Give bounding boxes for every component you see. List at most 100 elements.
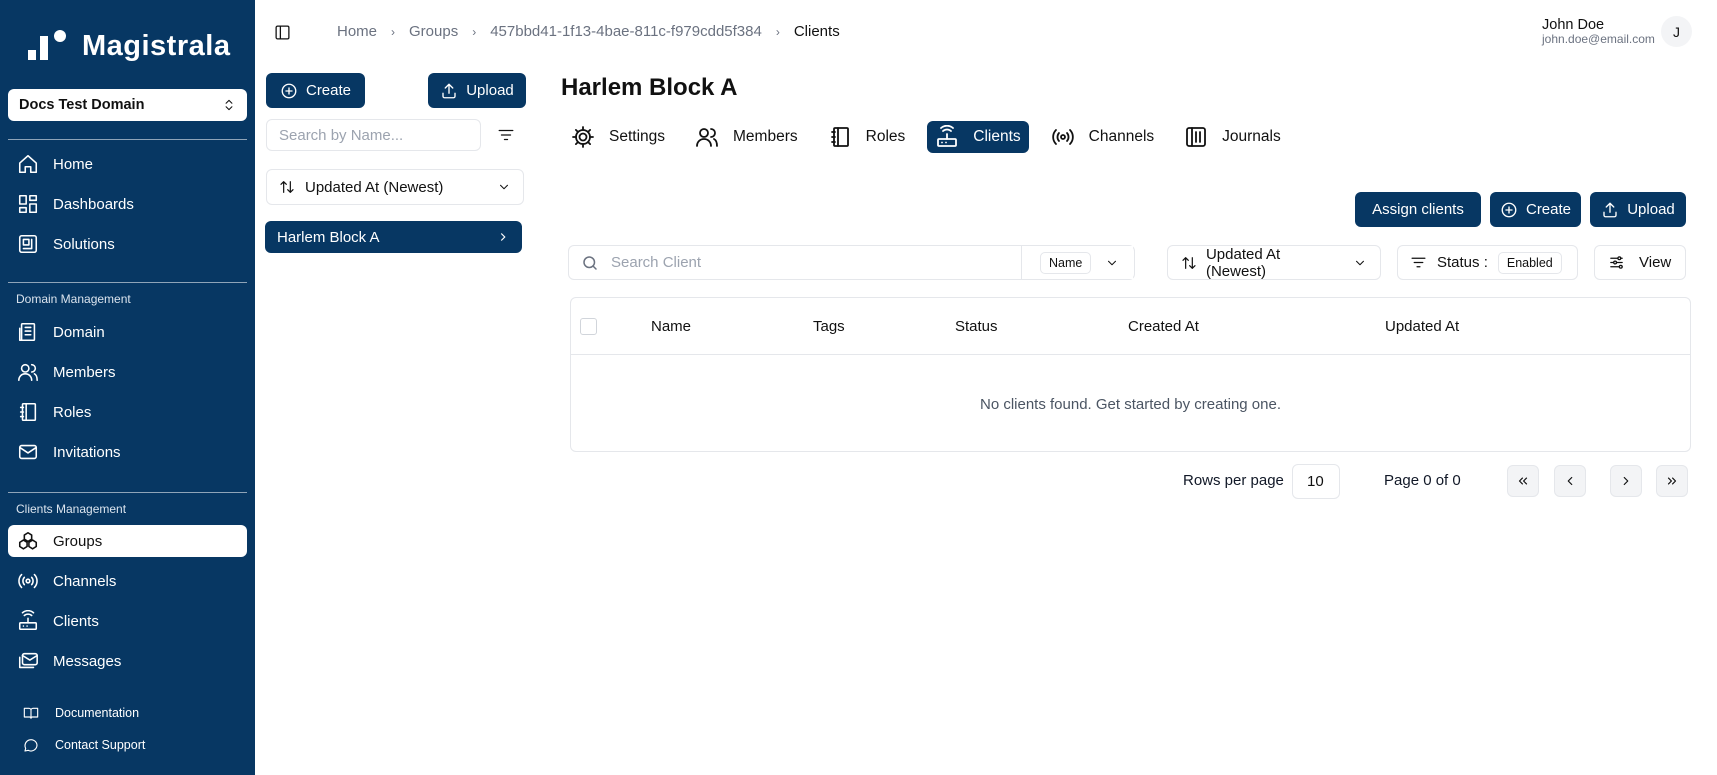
sidebar-item-roles[interactable]: Roles: [8, 396, 247, 428]
sidebar-item-label: Messages: [53, 652, 122, 670]
rows-per-page-select[interactable]: 10: [1292, 464, 1340, 499]
rows-per-page-value: 10: [1307, 473, 1324, 490]
breadcrumb-current: Clients: [793, 23, 840, 40]
router-icon: [937, 125, 958, 147]
user-info[interactable]: John Doe john.doe@email.com: [1542, 17, 1655, 46]
members-icon: [18, 363, 38, 382]
tab-label: Journals: [1222, 128, 1281, 145]
client-sort-select[interactable]: Updated At (Newest): [1167, 245, 1381, 280]
sidebar-item-solutions[interactable]: Solutions: [8, 228, 247, 260]
next-page-button[interactable]: [1610, 465, 1642, 497]
group-search-input[interactable]: Search by Name...: [266, 119, 481, 151]
status-filter-value: Enabled: [1497, 251, 1562, 274]
sidebar-item-documentation[interactable]: Documentation: [8, 697, 247, 729]
app-logo[interactable]: Magistrala: [24, 28, 230, 64]
assign-clients-button[interactable]: Assign clients: [1355, 192, 1481, 227]
breadcrumb-groups[interactable]: Groups: [409, 23, 458, 40]
client-sort-label: Updated At (Newest): [1205, 245, 1281, 280]
user-name: John Doe: [1542, 17, 1605, 33]
upload-group-label: Upload: [466, 82, 514, 99]
tab-members[interactable]: Members: [687, 121, 806, 153]
column-header-status[interactable]: Status: [955, 318, 998, 335]
empty-state-message: No clients found. Get started by creatin…: [979, 395, 1281, 413]
sidebar-item-members[interactable]: Members: [8, 356, 247, 388]
last-page-button[interactable]: [1656, 465, 1688, 497]
tab-label: Settings: [609, 128, 666, 145]
domain-selector[interactable]: Docs Test Domain: [8, 89, 247, 121]
group-sort-select[interactable]: Updated At (Newest): [266, 169, 524, 205]
tab-label: Members: [733, 128, 798, 145]
upload-icon: [442, 83, 456, 98]
search-field-select[interactable]: Name: [1021, 246, 1133, 279]
sidebar-item-dashboards[interactable]: Dashboards: [8, 188, 247, 220]
avatar[interactable]: J: [1661, 16, 1692, 47]
sidebar-item-contact-support[interactable]: Contact Support: [8, 729, 247, 761]
gear-icon: [572, 126, 594, 148]
sidebar-item-clients[interactable]: Clients: [8, 605, 247, 637]
status-filter[interactable]: Status : Enabled: [1397, 245, 1578, 280]
column-header-name[interactable]: Name: [651, 318, 691, 335]
sidebar-item-label: Contact Support: [55, 738, 146, 752]
sidebar-item-messages[interactable]: Messages: [8, 645, 247, 677]
logo-mark-icon: [24, 28, 70, 64]
select-all-checkbox[interactable]: [580, 318, 597, 335]
chevron-down-icon: [1356, 260, 1365, 265]
chevrons-left-icon: [1518, 477, 1528, 485]
filter-icon: [1411, 257, 1426, 268]
tab-label: Clients: [973, 128, 1021, 145]
assign-clients-label: Assign clients: [1372, 201, 1464, 218]
chevron-right-icon: [1623, 476, 1629, 486]
group-tabs: Settings Members Roles Clients Channels …: [563, 121, 1303, 153]
sidebar-item-label: Clients: [53, 612, 99, 630]
upload-group-button[interactable]: Upload: [428, 73, 526, 108]
tab-journals[interactable]: Journals: [1176, 121, 1289, 153]
create-group-button[interactable]: Create: [266, 73, 365, 108]
sort-arrows-icon: [280, 181, 294, 193]
column-header-tags[interactable]: Tags: [813, 318, 845, 335]
rows-per-page-label: Rows per page: [1183, 472, 1284, 489]
sidebar-item-domain[interactable]: Domain: [8, 316, 247, 348]
chevron-right-icon: ›: [391, 24, 396, 39]
sidebar-item-label: Roles: [53, 403, 92, 421]
previous-page-button[interactable]: [1554, 465, 1586, 497]
first-page-button[interactable]: [1507, 465, 1539, 497]
search-field-value: Name: [1040, 251, 1092, 274]
create-client-label: Create: [1525, 201, 1572, 218]
sort-arrows-icon: [1182, 256, 1196, 269]
divider: [8, 492, 247, 493]
sidebar-toggle-icon[interactable]: [274, 24, 291, 41]
dashboard-icon: [18, 194, 38, 214]
page-title: Harlem Block A: [561, 74, 738, 101]
breadcrumb: Home › Groups › 457bbd41-1f13-4bae-811c-…: [337, 23, 840, 40]
table-header: Name Tags Status Created At Updated At: [571, 298, 1690, 355]
tab-roles[interactable]: Roles: [820, 121, 914, 153]
breadcrumb-group-id[interactable]: 457bbd41-1f13-4bae-811c-f979cdd5f384: [490, 23, 762, 40]
chevron-right-icon: ›: [775, 24, 780, 39]
tab-channels[interactable]: Channels: [1043, 121, 1163, 153]
page-info: Page 0 of 0: [1384, 472, 1461, 489]
sidebar-item-groups[interactable]: Groups: [8, 525, 247, 557]
column-header-updated-at[interactable]: Updated At: [1385, 318, 1459, 335]
create-client-button[interactable]: Create: [1490, 192, 1581, 227]
view-options-button[interactable]: View: [1594, 245, 1686, 280]
upload-client-button[interactable]: Upload: [1590, 192, 1686, 227]
column-header-created-at[interactable]: Created At: [1128, 318, 1199, 335]
group-list-item[interactable]: Harlem Block A: [265, 221, 522, 253]
plus-circle-icon: [1501, 202, 1517, 217]
sidebar-item-label: Groups: [53, 532, 103, 550]
sidebar-item-home[interactable]: Home: [8, 148, 247, 180]
sidebar-item-invitations[interactable]: Invitations: [8, 436, 247, 468]
sidebar-item-label: Channels: [53, 572, 117, 590]
upload-client-label: Upload: [1627, 201, 1675, 218]
sidebar-item-channels[interactable]: Channels: [8, 565, 247, 597]
chevrons-right-icon: [1667, 477, 1677, 485]
breadcrumb-home[interactable]: Home: [337, 23, 377, 40]
chevron-right-icon: ›: [472, 24, 477, 39]
chevrons-up-down-icon: [225, 99, 233, 111]
messages-icon: [18, 652, 38, 669]
tab-clients[interactable]: Clients: [927, 121, 1029, 153]
section-label-domain: Domain Management: [16, 292, 131, 306]
tab-settings[interactable]: Settings: [563, 121, 673, 153]
tab-label: Channels: [1088, 128, 1155, 145]
filter-icon[interactable]: [497, 126, 515, 144]
